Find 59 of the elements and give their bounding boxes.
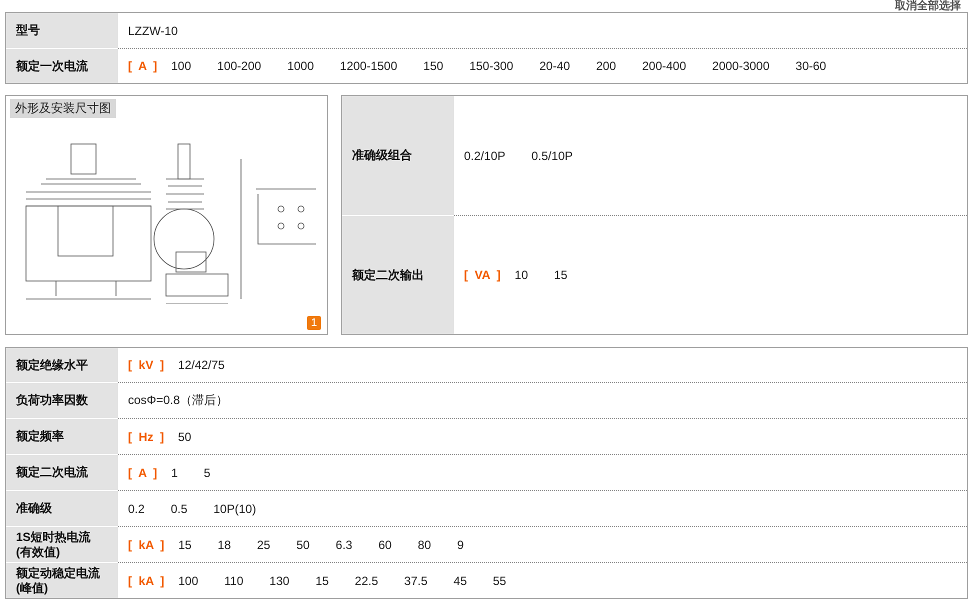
spec-value: 200-400 (642, 59, 686, 73)
spec-value: 37.5 (404, 574, 428, 588)
spec-label: 准确级组合 (342, 96, 454, 215)
unit-label: [ kA ] (128, 574, 164, 588)
spec-label: 额定频率 (6, 418, 118, 454)
figure-caption: 外形及安装尺寸图 (10, 99, 116, 118)
spec-value: 0.5/10P (531, 148, 573, 162)
unit-label: [ VA ] (464, 268, 501, 282)
spec-value: 50 (178, 430, 192, 444)
spec-value: 0.2 (128, 502, 145, 516)
spec-label: 额定一次电流 (6, 48, 118, 83)
spec-value: 15 (315, 574, 329, 588)
spec-label: 额定动稳定电流 (峰值) (6, 562, 118, 598)
spec-value: 0.2/10P (464, 148, 506, 162)
spec-value: 150 (423, 59, 444, 73)
spec-value: 110 (224, 574, 244, 588)
spec-value: LZZW-10 (128, 24, 178, 38)
unit-label: [ A ] (128, 466, 158, 480)
spec-label: 额定绝缘水平 (6, 348, 118, 382)
spec-label: 型号 (6, 13, 118, 48)
spec-label: 额定二次电流 (6, 454, 118, 490)
unit-label: [ A ] (128, 59, 158, 73)
spec-value: 0.5 (170, 502, 188, 516)
spec-value: 1 (171, 466, 178, 480)
spec-value: 20-40 (539, 59, 570, 73)
spec-value: 15 (554, 268, 568, 282)
spec-value: 100-200 (217, 59, 262, 73)
spec-value: 200 (596, 59, 616, 73)
spec-label: 额定二次输出 (342, 215, 454, 334)
spec-value: 2000-3000 (712, 59, 770, 73)
spec-value: 10P(10) (213, 502, 256, 516)
spec-label: 1S短时热电流 (有效值) (6, 526, 118, 562)
spec-value: 22.5 (354, 574, 378, 588)
spec-value: 6.3 (336, 538, 352, 552)
spec-value: 80 (418, 538, 432, 552)
spec-value: 50 (296, 538, 310, 552)
spec-value: 1200-1500 (340, 59, 398, 73)
spec-value: 25 (256, 538, 270, 552)
spec-value: 10 (514, 268, 528, 282)
spec-value: 15 (178, 538, 192, 552)
spec-label: 准确级 (6, 490, 118, 526)
unit-label: [ kA ] (128, 538, 164, 552)
spec-value: 150-300 (469, 59, 514, 73)
unit-label: [ Hz ] (128, 430, 164, 444)
spec-value: 100 (178, 574, 198, 588)
spec-value: 100 (171, 59, 192, 73)
spec-value: 130 (269, 574, 290, 588)
unit-label: [ kV ] (128, 358, 164, 372)
spec-value: cosΦ=0.8（滞后） (128, 392, 228, 409)
spec-value: 45 (454, 574, 467, 588)
spec-value: 30-60 (796, 59, 826, 73)
spec-value: 60 (378, 538, 392, 552)
spec-value: 5 (204, 466, 210, 480)
spec-label: 负荷功率因数 (6, 382, 118, 418)
spec-value: 12/42/75 (178, 358, 225, 372)
spec-value: 9 (457, 538, 464, 552)
spec-value: 55 (492, 574, 506, 588)
spec-value: 1000 (287, 59, 314, 73)
spec-value: 18 (218, 538, 231, 552)
